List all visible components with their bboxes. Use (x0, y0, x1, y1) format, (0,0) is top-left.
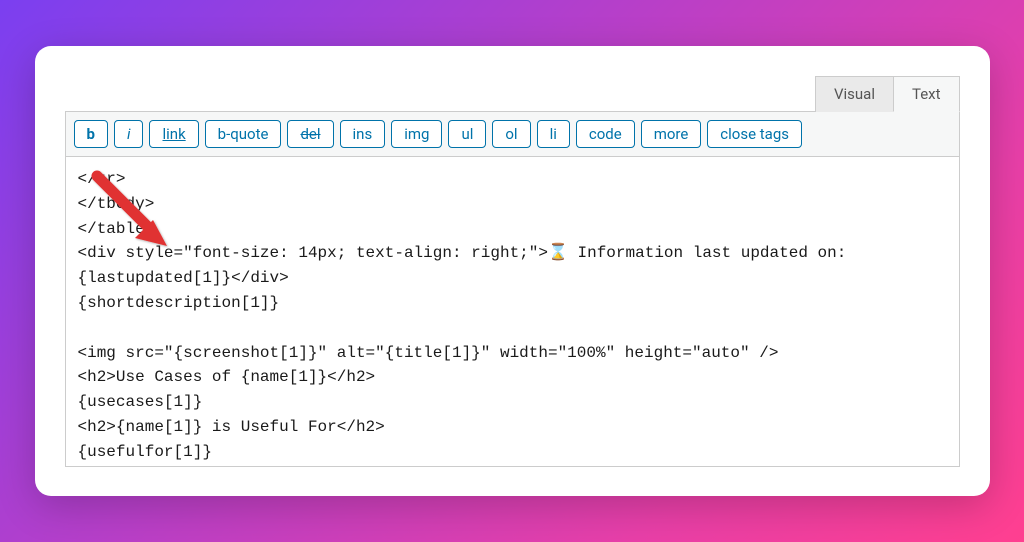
bold-button[interactable]: b (74, 120, 108, 148)
more-button[interactable]: more (641, 120, 702, 148)
img-button[interactable]: img (391, 120, 442, 148)
italic-button[interactable]: i (114, 120, 144, 148)
link-button[interactable]: link (149, 120, 198, 148)
tab-text[interactable]: Text (893, 76, 960, 112)
ol-button[interactable]: ol (492, 120, 530, 148)
tab-visual[interactable]: Visual (815, 76, 893, 112)
del-button[interactable]: del (287, 120, 333, 148)
ul-button[interactable]: ul (448, 120, 486, 148)
editor-card: Visual Text b i link b-quote del ins img… (35, 46, 990, 496)
ins-button[interactable]: ins (340, 120, 386, 148)
code-textarea[interactable]: </tr> </tbody> </table> <div style="font… (65, 157, 960, 467)
li-button[interactable]: li (537, 120, 570, 148)
closetags-button[interactable]: close tags (707, 120, 802, 148)
editor-tabs: Visual Text (65, 76, 960, 112)
editor-toolbar: b i link b-quote del ins img ul ol li co… (65, 111, 960, 157)
code-button[interactable]: code (576, 120, 635, 148)
bquote-button[interactable]: b-quote (205, 120, 282, 148)
